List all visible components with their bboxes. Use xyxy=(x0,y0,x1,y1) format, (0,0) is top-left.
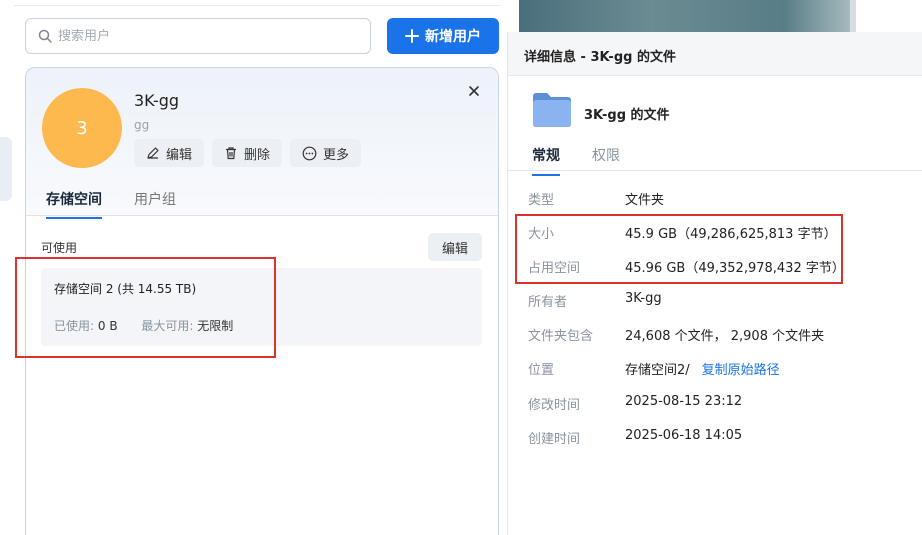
delete-user-button[interactable]: 删除 xyxy=(212,139,283,167)
more-label: 更多 xyxy=(323,147,350,163)
detail-key: 文件夹包含 xyxy=(528,329,594,344)
background-sidebar-item xyxy=(0,137,12,201)
detail-value: 2025-06-18 14:05 xyxy=(625,428,743,443)
user-tabs: 存储空间 用户组 xyxy=(26,182,498,219)
close-icon[interactable] xyxy=(467,84,481,98)
details-title: 详细信息 - 3K-gg 的文件 xyxy=(524,50,676,65)
detail-row-created: 创建时间 2025-06-18 14:05 xyxy=(528,428,742,447)
delete-user-label: 删除 xyxy=(244,147,271,163)
search-icon xyxy=(38,29,52,43)
folder-icon xyxy=(533,93,571,127)
highlight-storage-box xyxy=(15,257,276,358)
details-tabs: 常规 权限 xyxy=(508,138,922,176)
user-actions: 编辑 删除 更多 xyxy=(134,139,362,167)
detail-value: 24,608 个文件， 2,908 个文件夹 xyxy=(625,329,825,344)
edit-user-button[interactable]: 编辑 xyxy=(134,139,205,167)
detail-value: 3K-gg xyxy=(625,291,662,306)
more-button[interactable]: 更多 xyxy=(290,139,362,167)
available-label: 可使用 xyxy=(41,241,78,255)
avatar: 3 xyxy=(42,88,122,168)
more-icon xyxy=(302,146,317,160)
detail-key: 修改时间 xyxy=(528,398,581,413)
folder-name: 3K-gg 的文件 xyxy=(584,108,670,123)
detail-key: 位置 xyxy=(528,363,555,378)
detail-row-location: 位置 存储空间2/ 复制原始路径 xyxy=(528,359,780,378)
user-name: 3K-gg xyxy=(134,91,180,110)
highlight-size-rows xyxy=(515,214,843,284)
add-user-button[interactable]: 新增用户 xyxy=(387,18,499,54)
background-image-edge xyxy=(850,0,856,32)
plus-icon xyxy=(405,29,419,43)
add-user-label: 新增用户 xyxy=(425,29,481,45)
detail-key: 创建时间 xyxy=(528,432,581,447)
edit-storage-button[interactable]: 编辑 xyxy=(428,233,482,261)
tab-storage[interactable]: 存储空间 xyxy=(46,189,102,219)
detail-value: 存储空间2/ xyxy=(625,363,690,378)
background-image xyxy=(519,0,850,32)
detail-row-owner: 所有者 3K-gg xyxy=(528,291,662,310)
details-title-bar: 详细信息 - 3K-gg 的文件 xyxy=(508,32,922,76)
user-subtitle: gg xyxy=(134,118,150,132)
detail-row-contents: 文件夹包含 24,608 个文件， 2,908 个文件夹 xyxy=(528,325,824,344)
pencil-icon xyxy=(147,147,159,159)
trash-icon xyxy=(226,147,237,160)
search-box[interactable] xyxy=(25,18,371,54)
detail-value: 文件夹 xyxy=(625,193,665,208)
detail-row-type: 类型 文件夹 xyxy=(528,189,664,208)
edit-user-label: 编辑 xyxy=(166,147,193,163)
detail-key: 所有者 xyxy=(528,295,568,310)
copy-path-link[interactable]: 复制原始路径 xyxy=(702,359,780,378)
top-divider xyxy=(0,5,500,6)
background-sidebar-edge xyxy=(0,0,14,535)
detail-row-modified: 修改时间 2025-08-15 23:12 xyxy=(528,394,742,413)
tab-user-groups[interactable]: 用户组 xyxy=(134,189,176,209)
tab-general[interactable]: 常规 xyxy=(532,145,560,176)
search-input[interactable] xyxy=(58,28,338,44)
detail-value: 2025-08-15 23:12 xyxy=(625,394,743,409)
tab-permissions[interactable]: 权限 xyxy=(592,145,620,165)
detail-key: 类型 xyxy=(528,193,555,208)
